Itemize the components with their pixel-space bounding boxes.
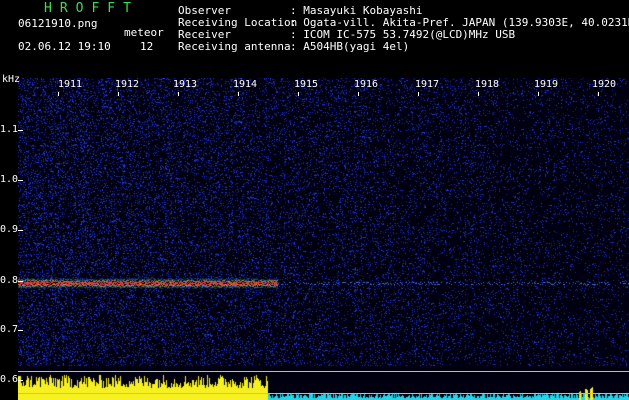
x-tick [298,92,299,96]
meteor-label: meteor [124,26,164,39]
x-tick [178,92,179,96]
y-tick-label: 0.6 [0,374,19,385]
reference-line [18,371,629,372]
y-tick-label: 0.7 [0,324,19,335]
meteor-count: 12 [140,40,154,53]
x-tick-label: 1915 [293,79,319,90]
x-tick-label: 1911 [57,79,83,90]
y-tick [18,281,23,282]
x-tick-label: 1916 [353,79,379,90]
x-tick [418,92,419,96]
y-tick [18,330,23,331]
x-tick [118,92,119,96]
spectrogram [18,78,629,400]
header: HROFFT 06121910.png meteor 02.06.12 19:1… [0,0,629,72]
y-tick [18,380,23,381]
x-tick-label: 1914 [232,79,258,90]
x-tick [58,92,59,96]
x-tick [238,92,239,96]
y-tick-label: 1.0 [0,174,19,185]
app-logo: HROFFT [44,1,139,16]
antenna-value: : A504HB(yagi 4el) [290,40,410,53]
filename: 06121910.png [18,17,98,30]
timestamp: 02.06.12 19:10 [18,40,111,53]
y-tick [18,230,23,231]
x-tick-label: 1912 [114,79,140,90]
x-tick-label: 1913 [172,79,198,90]
spectrogram-canvas [18,78,629,400]
x-tick-label: 1917 [414,79,440,90]
x-tick-label: 1918 [474,79,500,90]
antenna-key: Receiving antenna [178,40,291,53]
x-tick-label: 1919 [533,79,559,90]
x-tick [538,92,539,96]
y-tick [18,130,23,131]
y-tick [18,180,23,181]
x-tick [598,92,599,96]
y-axis-unit: kHz [2,74,21,85]
x-tick [478,92,479,96]
y-tick-label: 0.9 [0,224,19,235]
reference-line [18,393,629,394]
y-tick-label: 1.1 [0,124,19,135]
x-tick-label: 1920 [591,79,617,90]
x-tick [358,92,359,96]
y-tick-label: 0.8 [0,275,19,286]
